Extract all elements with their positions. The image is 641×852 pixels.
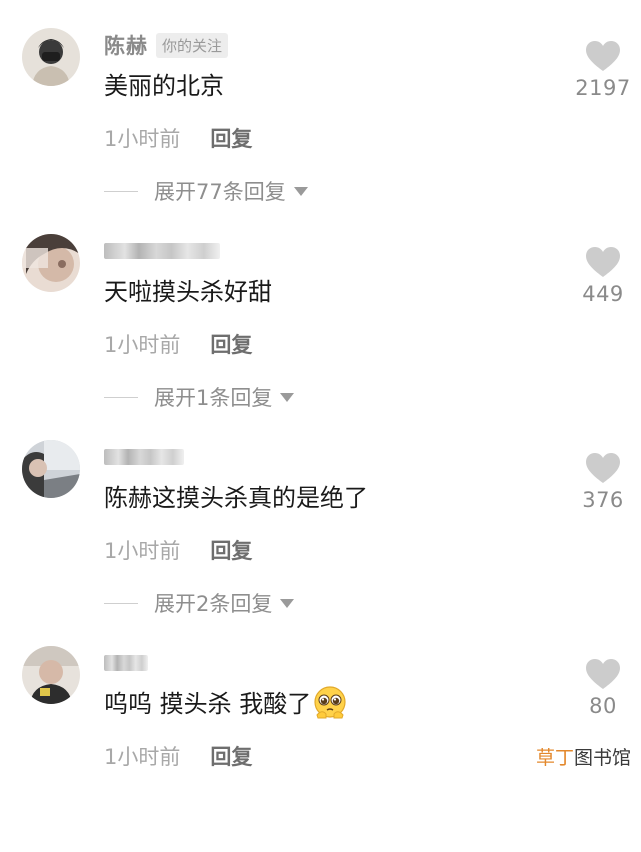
like-button[interactable]: 2197 — [573, 40, 633, 100]
comment-text: 美丽的北京 — [104, 66, 224, 101]
blurred-username[interactable] — [104, 655, 148, 671]
like-count: 2197 — [575, 76, 631, 100]
like-count: 80 — [589, 694, 617, 718]
comment-item: 天啦摸头杀好甜 1小时前 回复 展开1条回复 449 — [0, 234, 641, 440]
comment-header: 陈赫 你的关注 — [104, 30, 229, 60]
avatar[interactable] — [22, 440, 80, 498]
heart-icon — [586, 41, 620, 71]
expand-replies-button[interactable]: 展开77条回复 — [104, 176, 308, 206]
heart-icon — [586, 659, 620, 689]
comment-text-content: 呜呜 摸头杀 我酸了 — [104, 690, 312, 718]
comment-item: 陈赫 你的关注 美丽的北京 1小时前 回复 展开77条回复 2197 — [0, 28, 641, 234]
comment-text: 呜呜 摸头杀 我酸了 — [104, 684, 347, 719]
comment-text-content: 陈赫这摸头杀真的是绝了 — [104, 484, 368, 512]
blurred-username[interactable] — [104, 243, 220, 259]
caret-down-icon — [280, 392, 295, 402]
comment-time: 1小时前 — [104, 539, 181, 563]
comment-meta: 1小时前 回复 — [104, 535, 252, 565]
divider-line — [104, 602, 138, 604]
comment-text: 天啦摸头杀好甜 — [104, 272, 272, 307]
expand-replies-label: 展开1条回复 — [154, 386, 273, 410]
caret-down-icon — [293, 186, 308, 196]
watermark-part2: 图书馆 — [573, 747, 631, 769]
comment-text-content: 天啦摸头杀好甜 — [104, 278, 272, 306]
reply-button[interactable]: 回复 — [210, 123, 252, 153]
avatar[interactable] — [22, 646, 80, 704]
comment-time: 1小时前 — [104, 333, 181, 357]
comment-item: 陈赫这摸头杀真的是绝了 1小时前 回复 展开2条回复 376 — [0, 440, 641, 646]
expand-replies-button[interactable]: 展开1条回复 — [104, 382, 295, 412]
pleading-face-emoji — [314, 685, 346, 718]
caret-down-icon — [280, 598, 295, 608]
expand-replies-label: 展开2条回复 — [154, 592, 273, 616]
heart-icon — [586, 453, 620, 483]
blurred-username[interactable] — [104, 449, 184, 465]
comment-time: 1小时前 — [104, 745, 181, 769]
comment-header — [104, 442, 184, 472]
like-button[interactable]: 80 — [573, 658, 633, 718]
comment-header — [104, 236, 220, 266]
expand-replies-label: 展开77条回复 — [154, 180, 286, 204]
watermark-part1: 草丁 — [535, 747, 574, 769]
avatar[interactable] — [22, 234, 80, 292]
comment-text-content: 美丽的北京 — [104, 72, 224, 100]
comment-meta: 1小时前 回复 — [104, 741, 252, 771]
reply-button[interactable]: 回复 — [210, 741, 252, 771]
divider-line — [104, 396, 138, 398]
comment-meta: 1小时前 回复 — [104, 123, 252, 153]
reply-button[interactable]: 回复 — [210, 535, 252, 565]
like-count: 449 — [582, 282, 624, 306]
comment-meta: 1小时前 回复 — [104, 329, 252, 359]
comment-time: 1小时前 — [104, 127, 181, 151]
heart-icon — [586, 247, 620, 277]
reply-button[interactable]: 回复 — [210, 329, 252, 359]
watermark: 草丁 图书馆 — [536, 743, 631, 770]
avatar[interactable] — [22, 28, 80, 86]
comment-text: 陈赫这摸头杀真的是绝了 — [104, 478, 368, 513]
expand-replies-button[interactable]: 展开2条回复 — [104, 588, 295, 618]
follow-badge: 你的关注 — [156, 32, 229, 58]
like-button[interactable]: 376 — [573, 452, 633, 512]
username[interactable]: 陈赫 — [104, 30, 148, 60]
comment-header — [104, 648, 148, 678]
like-button[interactable]: 449 — [573, 246, 633, 306]
like-count: 376 — [582, 488, 624, 512]
divider-line — [104, 190, 138, 192]
